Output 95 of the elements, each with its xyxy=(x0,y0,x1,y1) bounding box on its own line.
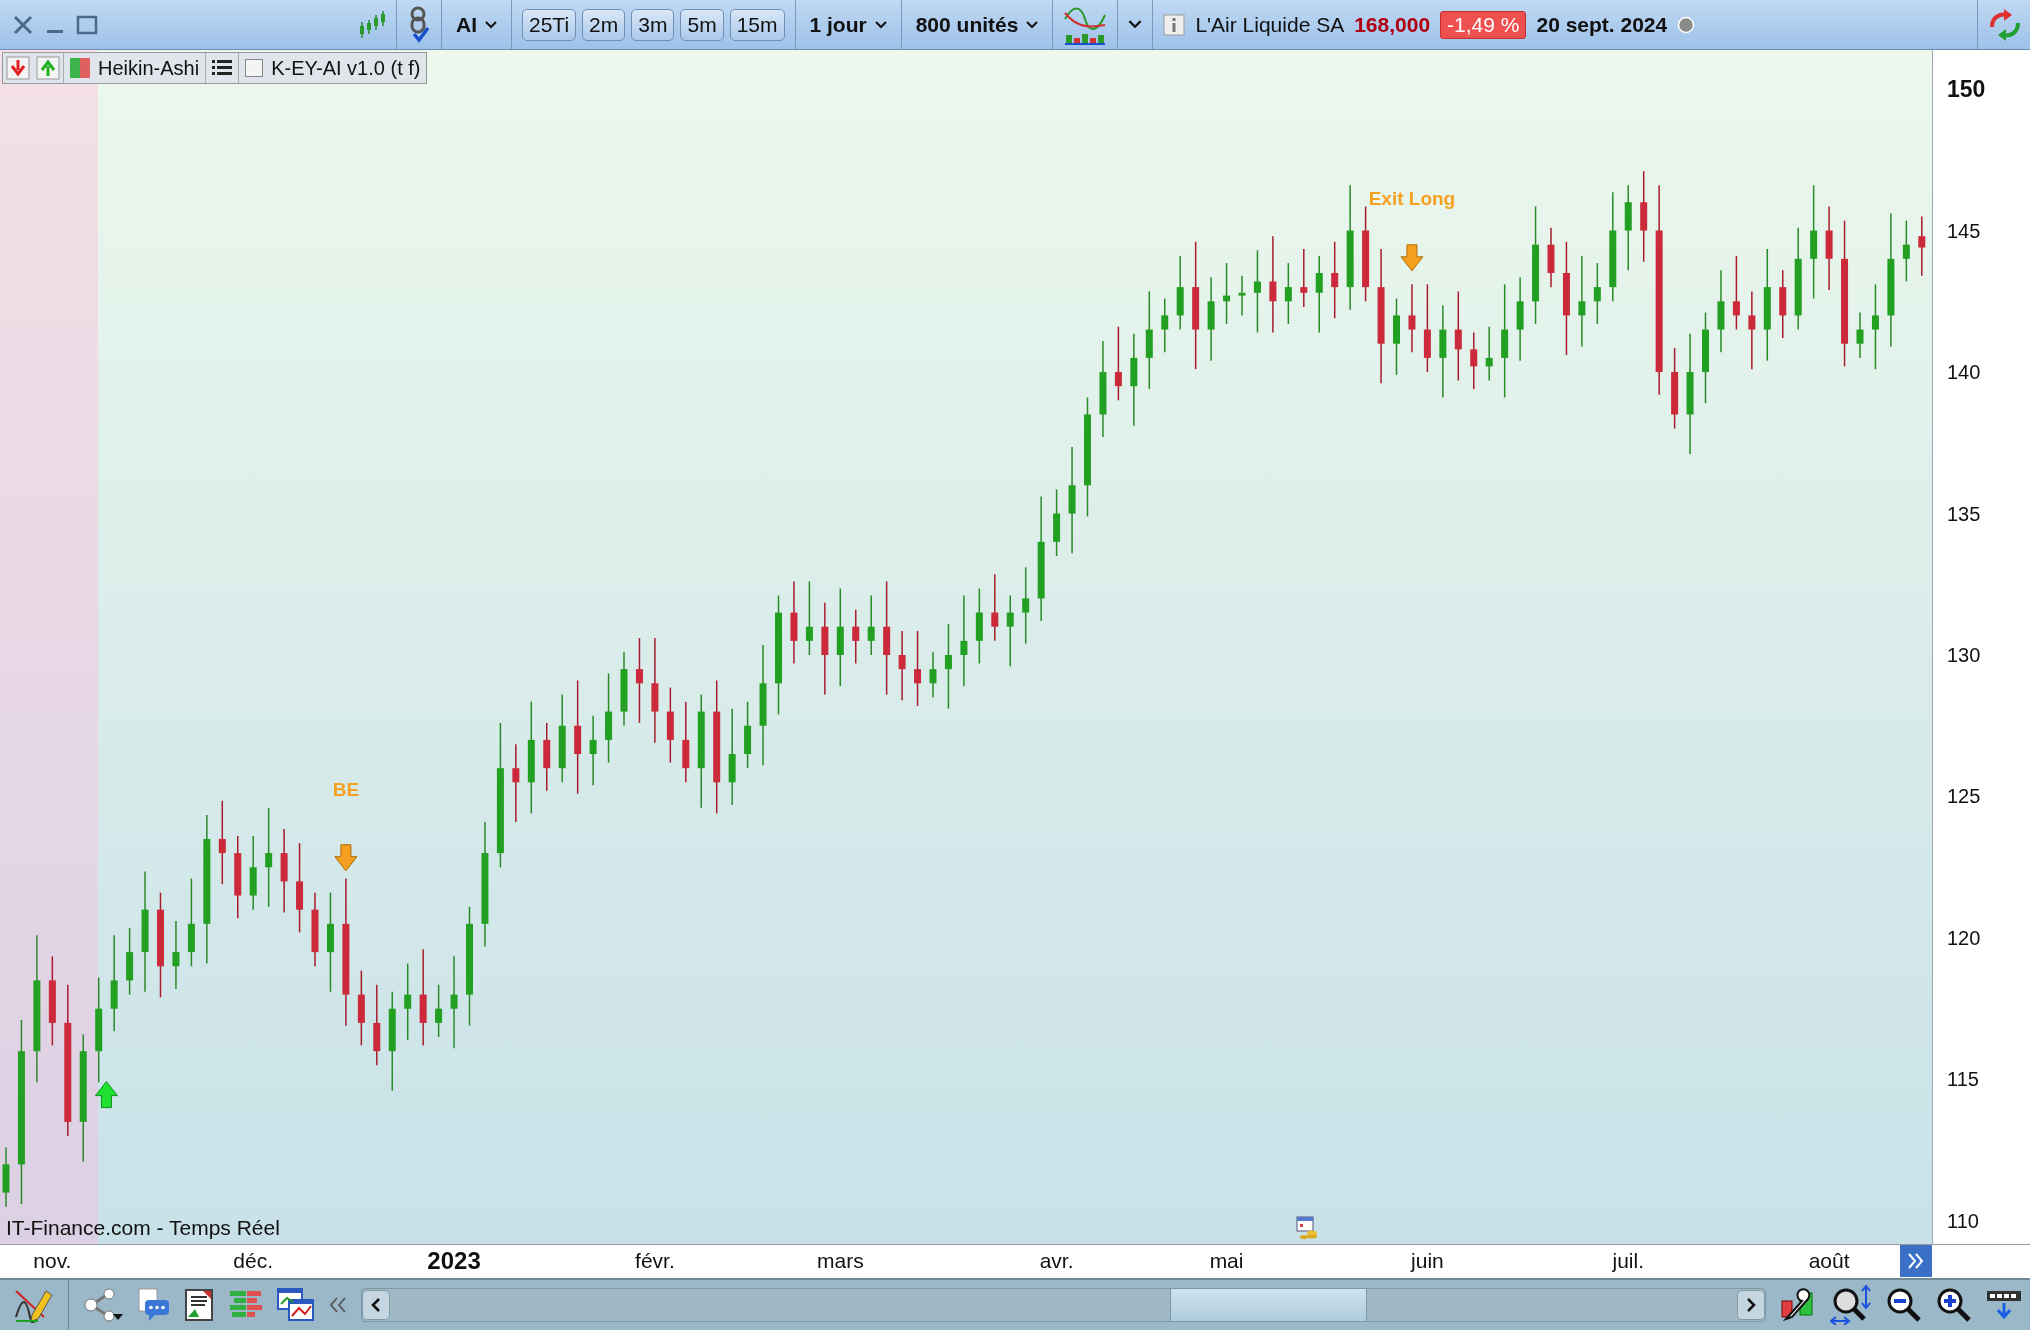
candlestick xyxy=(1238,275,1246,317)
price-label: 135 xyxy=(1947,502,1981,525)
candlestick xyxy=(1593,262,1601,325)
price-label: 130 xyxy=(1947,643,1981,667)
zoom-in-icon[interactable] xyxy=(1936,1287,1972,1323)
scroll-right-icon[interactable] xyxy=(1737,1290,1765,1320)
candlestick xyxy=(1161,297,1169,353)
date-label: mai xyxy=(1209,1249,1244,1273)
candlestick xyxy=(2,1146,10,1208)
price-label: 140 xyxy=(1947,360,1981,384)
price-label: 110 xyxy=(1947,1209,1979,1233)
share-icon[interactable] xyxy=(83,1288,123,1322)
signal-label: BE xyxy=(332,779,360,801)
maximize-icon[interactable] xyxy=(76,13,98,36)
date-label: mars xyxy=(816,1249,864,1273)
candlestick xyxy=(852,608,860,665)
list-icon[interactable] xyxy=(212,59,233,77)
instrument-price: 168,000 xyxy=(1354,12,1431,37)
candlestick xyxy=(1902,219,1910,283)
close-icon[interactable] xyxy=(12,13,34,36)
candlestick xyxy=(1470,331,1478,390)
candlestick xyxy=(991,573,999,642)
zoom-fit-icon[interactable] xyxy=(1830,1285,1872,1325)
chevron-down-icon xyxy=(874,20,887,29)
candlestick xyxy=(172,920,180,990)
chevron-down-icon[interactable] xyxy=(1128,20,1143,29)
candlestick xyxy=(1053,488,1061,557)
chart-style-label[interactable]: Heikin-Ashi xyxy=(98,56,200,80)
candlestick xyxy=(867,594,875,656)
interval-button[interactable]: 15m xyxy=(729,8,785,41)
symbol-dropdown[interactable]: AI xyxy=(452,12,501,37)
candlestick xyxy=(1779,269,1787,339)
price-label: 120 xyxy=(1947,926,1981,950)
change-badge: -1,49 % xyxy=(1440,10,1527,39)
date-label: déc. xyxy=(233,1249,274,1273)
price-label: 145 xyxy=(1947,219,1981,243)
date-label: avr. xyxy=(1039,1249,1074,1273)
data-source-label: IT-Finance.com - Temps Réel xyxy=(6,1216,280,1240)
date-label: août xyxy=(1808,1249,1850,1273)
period-dropdown[interactable]: 1 jour xyxy=(805,12,891,37)
candlestick xyxy=(1856,311,1864,359)
date-label: juil. xyxy=(1612,1249,1644,1273)
interval-button[interactable]: 25Ti xyxy=(522,8,577,41)
instrument-name: L'Air Liquide SA xyxy=(1195,12,1345,37)
chevron-down-icon xyxy=(1026,20,1039,29)
candlestick xyxy=(1284,262,1292,325)
candlestick xyxy=(744,700,752,769)
down-arrow-icon xyxy=(334,844,358,872)
status-dot-icon xyxy=(1677,15,1696,34)
date-label: 2023 xyxy=(427,1247,481,1275)
down-arrow-icon xyxy=(1400,244,1424,272)
double-chevron-left-icon[interactable] xyxy=(329,1296,347,1314)
price-label: 150 xyxy=(1947,75,1986,103)
interval-button[interactable]: 5m xyxy=(680,8,724,41)
candlestick xyxy=(543,722,551,792)
indicator-label[interactable]: K-EY-AI v1.0 (t f) xyxy=(271,56,421,80)
candlestick xyxy=(1223,262,1231,325)
indicator-checkbox[interactable] xyxy=(245,59,264,77)
candlestick xyxy=(1918,215,1926,277)
candlestick xyxy=(435,983,443,1038)
candlestick xyxy=(1547,226,1555,288)
candlestick xyxy=(929,651,937,699)
chart-settings-icon[interactable] xyxy=(1780,1287,1816,1323)
units-dropdown[interactable]: 800 unités xyxy=(911,12,1043,37)
candlestick xyxy=(126,927,134,996)
candlestick xyxy=(589,715,597,786)
report-icon[interactable] xyxy=(185,1289,215,1321)
price-label: 115 xyxy=(1947,1067,1979,1091)
date-label: févr. xyxy=(635,1249,675,1273)
zoom-out-icon[interactable] xyxy=(1886,1287,1922,1323)
scrollbar-thumb[interactable] xyxy=(1170,1289,1367,1321)
candlestick xyxy=(1485,326,1493,382)
color-swatch-icon xyxy=(70,58,90,78)
interval-button[interactable]: 3m xyxy=(631,8,675,41)
candlestick xyxy=(898,630,906,701)
quote-date: 20 sept. 2024 xyxy=(1536,12,1668,37)
scroll-end-icon[interactable] xyxy=(1900,1245,1932,1277)
date-label: juin xyxy=(1411,1249,1444,1273)
interval-button[interactable]: 2m xyxy=(582,8,626,41)
price-label: 125 xyxy=(1947,785,1981,808)
candlestick xyxy=(1300,248,1308,308)
scrollbar[interactable] xyxy=(361,1288,1766,1322)
scroll-left-icon[interactable] xyxy=(362,1290,390,1320)
signal-label: Exit Long xyxy=(1368,188,1456,210)
date-label: nov. xyxy=(33,1249,72,1273)
calendar-coins-icon xyxy=(1296,1216,1320,1240)
chevron-down-icon xyxy=(485,20,497,29)
info-icon[interactable] xyxy=(1163,13,1186,36)
drawing-pencil-icon[interactable] xyxy=(14,1287,54,1323)
chart-windows-icon[interactable] xyxy=(277,1288,315,1322)
candlestick xyxy=(1408,283,1416,353)
comment-icon[interactable] xyxy=(137,1288,171,1322)
keyboard-download-icon[interactable] xyxy=(1986,1290,2022,1320)
up-arrow-icon xyxy=(94,1081,118,1109)
refresh-icon[interactable] xyxy=(1988,8,2022,41)
